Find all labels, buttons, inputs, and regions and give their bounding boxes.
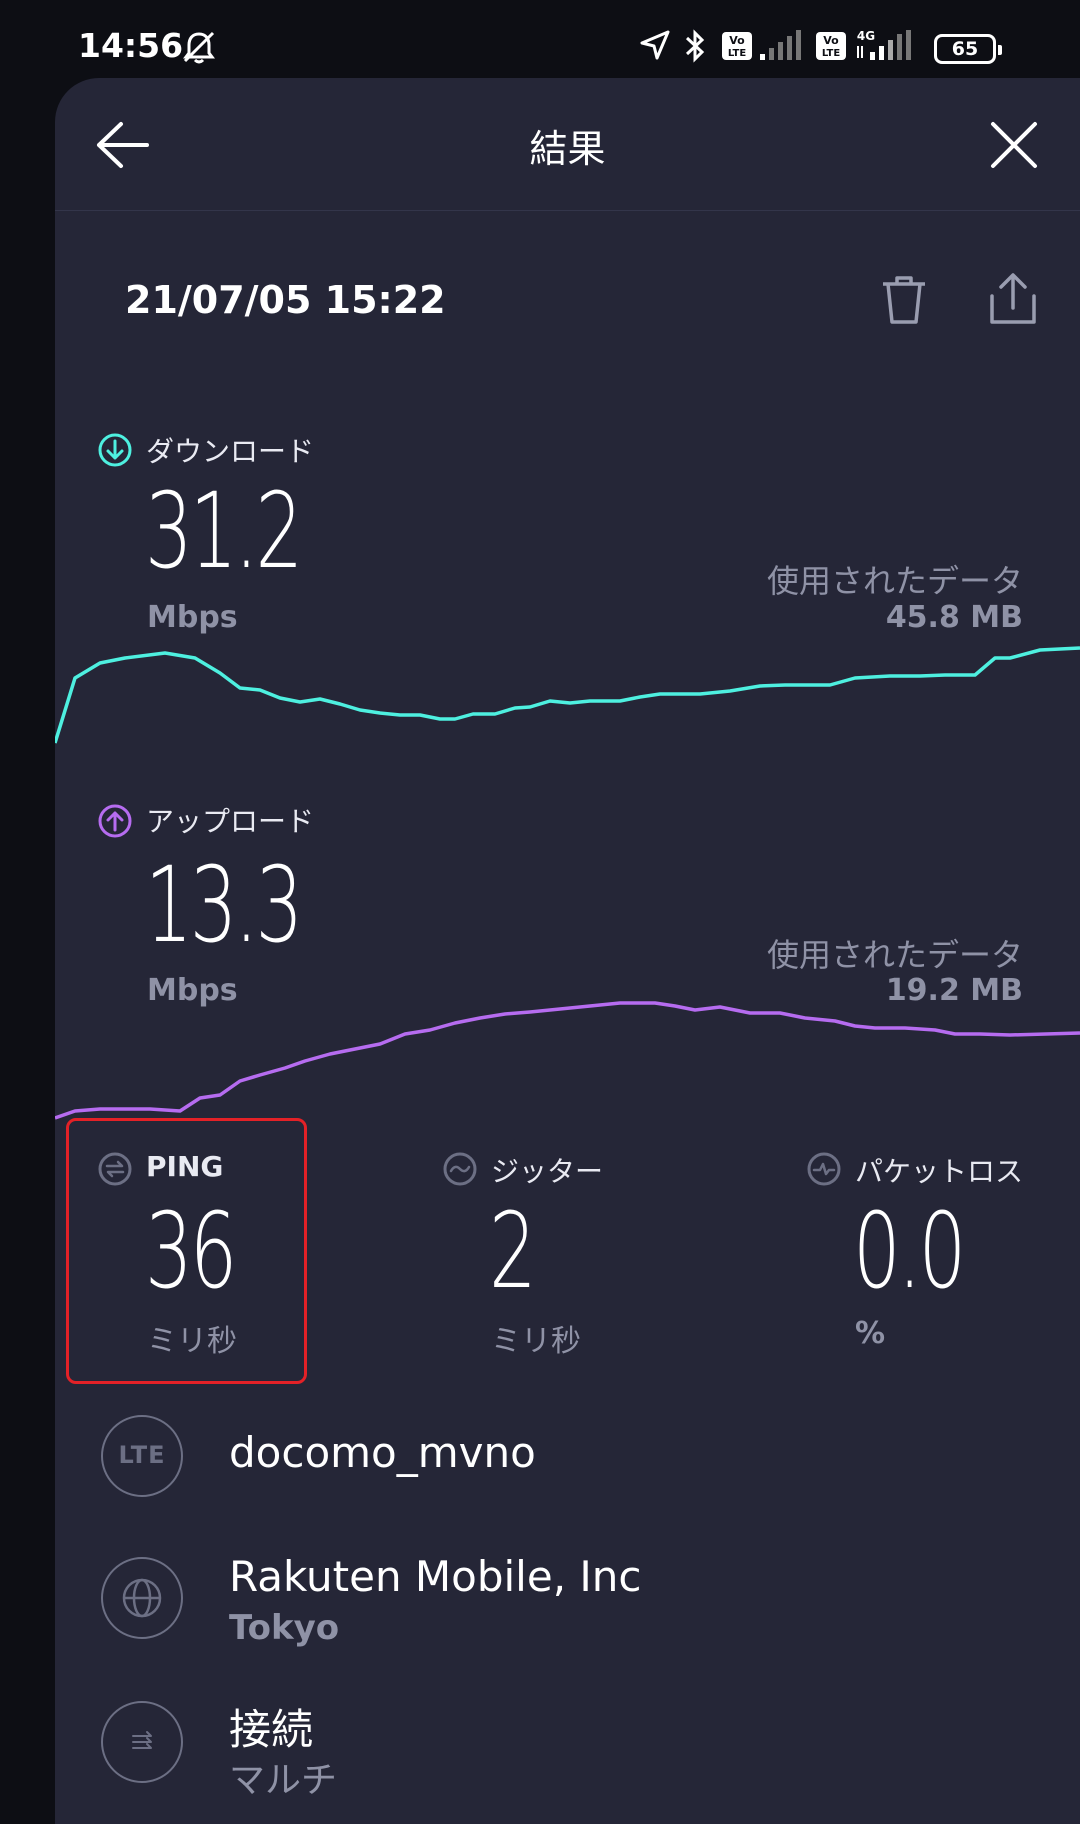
packet-loss-icon: [806, 1151, 842, 1191]
battery-indicator: 65: [934, 34, 1002, 64]
svg-text:LTE: LTE: [822, 48, 841, 59]
ping-value: 36: [145, 1190, 237, 1312]
jitter-icon: [442, 1151, 478, 1191]
volte-signal-2-icon: Vo LTE 4G: [814, 28, 924, 66]
svg-text:LTE: LTE: [728, 48, 747, 59]
ping-icon: [97, 1151, 133, 1191]
status-time: 14:56: [78, 26, 184, 65]
globe-icon: [101, 1557, 183, 1639]
svg-text:Vo: Vo: [729, 34, 745, 47]
status-bar: 14:56 Vo LTE Vo LTE 4G 65: [0, 0, 1080, 78]
connection-type: マルチ: [229, 1760, 338, 1801]
jitter-value: 2: [489, 1190, 537, 1312]
mute-bell-icon: [180, 28, 218, 70]
location-arrow-icon: [638, 28, 672, 66]
carrier-name: docomo_mvno: [229, 1428, 536, 1477]
lte-badge-text: LTE: [118, 1441, 166, 1469]
svg-text:Vo: Vo: [823, 34, 839, 47]
multi-connection-icon: [101, 1701, 183, 1783]
volte-signal-1-icon: Vo LTE: [720, 28, 802, 66]
results-sheet: 結果 21/07/05 15:22 ダウンロード 31.2 Mbps 使用された…: [55, 78, 1080, 1824]
packet-loss-label: パケットロス: [855, 1155, 1024, 1188]
lte-badge-icon: LTE: [101, 1415, 183, 1497]
packet-loss-unit: %: [855, 1316, 886, 1351]
provider-location: Tokyo: [229, 1608, 340, 1648]
ping-label: PING: [146, 1150, 224, 1183]
packet-loss-value: 0.0: [853, 1190, 966, 1312]
svg-text:4G: 4G: [857, 29, 875, 43]
ping-unit: ミリ秒: [147, 1324, 237, 1359]
jitter-label: ジッター: [491, 1155, 604, 1188]
bluetooth-icon: [682, 28, 708, 68]
provider-name: Rakuten Mobile, Inc: [229, 1552, 642, 1601]
connection-label: 接続: [229, 1705, 314, 1754]
jitter-unit: ミリ秒: [491, 1324, 581, 1359]
